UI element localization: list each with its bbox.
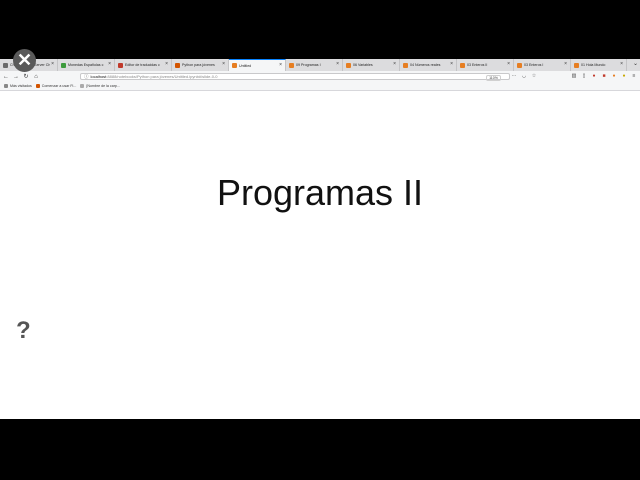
tab-title: 03 Enteros II [467, 63, 488, 67]
library-icon[interactable]: ▥ [570, 72, 578, 80]
home-icon[interactable]: ⌂ [32, 73, 40, 81]
url-bar[interactable]: ⓘ localhost :8888/notebooks/Python para … [80, 73, 510, 81]
forward-arrow-icon[interactable]: → [12, 73, 20, 81]
tab-close-icon[interactable]: × [393, 61, 396, 68]
tab-favicon-icon [346, 62, 351, 68]
help-icon[interactable]: ? [16, 318, 31, 344]
tab-favicon-icon [574, 62, 579, 68]
tab-close-icon[interactable]: × [507, 61, 510, 68]
tab-title: Untitled [239, 63, 252, 68]
tab-favicon-icon [517, 62, 522, 68]
tab-3[interactable]: Python para jóvenes × [172, 59, 229, 71]
bookmark-label: [Nombre de la carp... [86, 84, 120, 88]
tab-7[interactable]: 04 Números reales × [400, 59, 457, 71]
extension-icon[interactable]: ● [590, 72, 598, 80]
tab-title: 04 Números reales [410, 63, 441, 67]
tab-close-icon[interactable]: × [51, 61, 54, 68]
tab-favicon-icon [175, 62, 180, 68]
bookmark-folder-icon [80, 84, 85, 88]
tab-8[interactable]: 03 Enteros II × [457, 59, 514, 71]
tab-close-icon[interactable]: × [222, 61, 225, 68]
zoom-level[interactable]: 110% [486, 74, 501, 81]
tab-close-icon[interactable]: × [279, 62, 282, 69]
tab-title: Editor de traducidas c [125, 63, 160, 67]
tab-favicon-icon [232, 63, 237, 68]
bookmark-0[interactable]: Más visitados [4, 84, 32, 88]
navigation-bar: ← → ↻ ⌂ ⓘ localhost :8888/notebooks/Pyth… [0, 71, 640, 82]
tab-2[interactable]: Editor de traducidas c × [115, 59, 172, 71]
tab-favicon-icon [118, 62, 123, 68]
tab-10[interactable]: 01 Hola Mundo × [571, 59, 627, 71]
tab-favicon-icon [3, 62, 8, 68]
tab-4-active[interactable]: Untitled × [229, 59, 286, 71]
bookmark-gear-icon [4, 84, 8, 88]
tab-close-icon[interactable]: × [165, 61, 168, 68]
pdf-extension-icon[interactable]: ■ [600, 72, 608, 80]
url-host: localhost [90, 74, 107, 79]
info-icon[interactable]: ⓘ [84, 74, 89, 80]
sidebar-icon[interactable]: ▯ [580, 72, 588, 80]
close-icon[interactable]: ✕ [13, 49, 36, 72]
tab-title: Python para jóvenes [182, 63, 215, 67]
back-arrow-icon[interactable]: ← [2, 73, 10, 81]
pocket-icon[interactable]: ◡ [520, 72, 528, 80]
bookmark-firefox-icon [35, 84, 40, 88]
tab-close-icon[interactable]: × [564, 61, 567, 68]
tab-6[interactable]: 06 Variables × [343, 59, 400, 71]
tab-title: Monedas Españolas c [68, 63, 104, 67]
page-actions-icon[interactable]: ··· [510, 72, 518, 80]
extension-2-icon[interactable]: ● [610, 72, 618, 80]
tab-title: 01 Hola Mundo [581, 63, 606, 67]
tab-5[interactable]: 09 Programas I × [286, 59, 343, 71]
tab-favicon-icon [403, 62, 408, 68]
menu-icon[interactable]: ≡ [630, 72, 638, 80]
bookmark-label: Más visitados [10, 84, 32, 88]
tab-9[interactable]: 03 Enteros I × [514, 59, 571, 71]
tab-close-icon[interactable]: × [450, 61, 453, 68]
tab-1[interactable]: Monedas Españolas c × [58, 59, 115, 71]
bookmark-1[interactable]: Comenzar a usar Fi... [35, 84, 77, 88]
tab-title: 09 Programas I [296, 63, 321, 67]
extension-3-icon[interactable]: ● [620, 72, 628, 80]
reload-icon[interactable]: ↻ [22, 73, 30, 81]
tab-close-icon[interactable]: × [336, 61, 339, 68]
tab-favicon-icon [289, 62, 294, 68]
bookmark-star-icon[interactable]: ☆ [530, 72, 538, 80]
bookmarks-bar: Más visitados Comenzar a usar Fi... [Nom… [0, 82, 640, 91]
url-path: :8888/notebooks/Python para jóvenes/Unti… [106, 74, 218, 79]
tab-overflow-chevron-icon[interactable]: ⌄ [633, 60, 638, 67]
slide-area [0, 91, 640, 419]
slide-title: Programas II [216, 172, 424, 213]
tab-title: 06 Variables [353, 63, 373, 67]
toolbar-right: ··· ◡ ☆ ▥ ▯ ● ■ ● ● ≡ [510, 72, 640, 80]
tab-close-icon[interactable]: × [620, 61, 623, 68]
tab-favicon-icon [61, 62, 66, 68]
tab-title: 03 Enteros I [524, 63, 544, 67]
bookmark-2[interactable]: [Nombre de la carp... [80, 84, 120, 88]
browser-window: Chess Results Server Chi × Monedas Españ… [0, 59, 640, 419]
tab-close-icon[interactable]: × [108, 61, 111, 68]
bookmark-label: Comenzar a usar Fi... [41, 84, 77, 88]
tab-favicon-icon [460, 62, 465, 68]
